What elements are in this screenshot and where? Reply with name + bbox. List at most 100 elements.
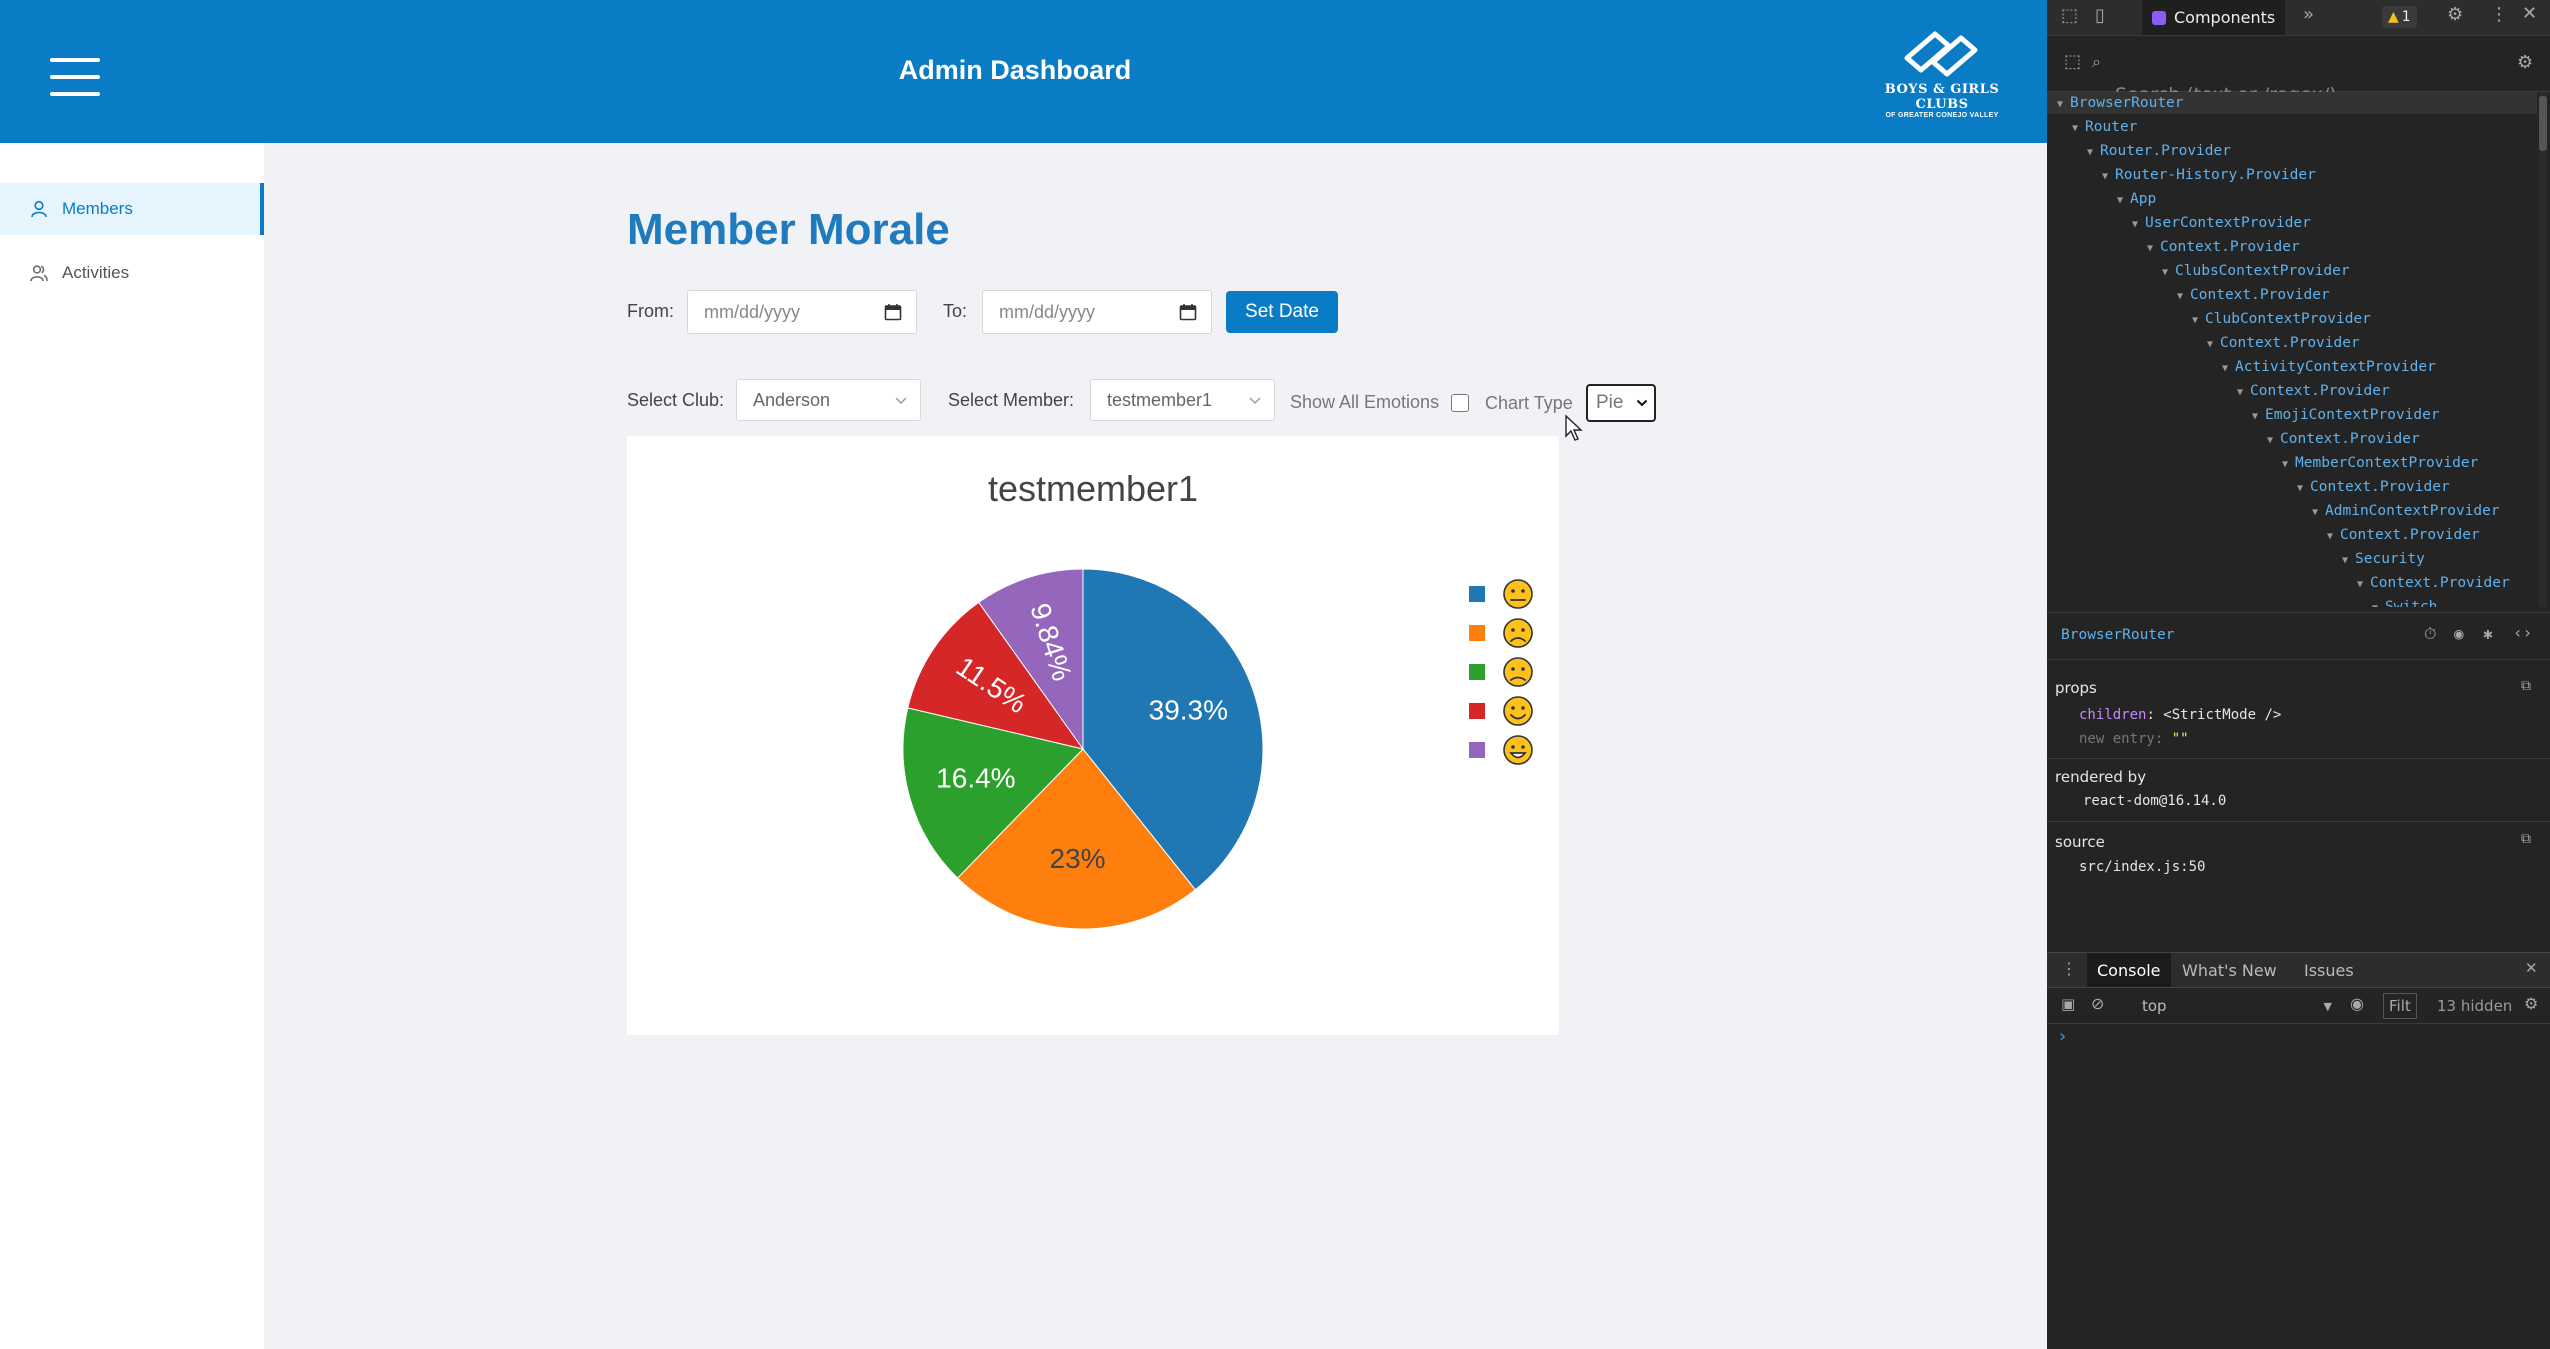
close-icon[interactable]: ✕ [2522,3,2537,24]
expand-caret-icon[interactable]: ▼ [2297,483,2303,494]
legend-swatch[interactable] [1469,586,1485,602]
sidebar-toggle-icon[interactable]: ▣ [2061,995,2075,1013]
tree-node[interactable]: ▼ Security [2342,551,2425,567]
member-select[interactable]: testmember1 [1090,379,1275,421]
tree-node[interactable]: ▼ ClubContextProvider [2192,311,2371,327]
grinning-face-icon[interactable] [1503,735,1533,765]
set-date-button[interactable]: Set Date [1226,291,1338,333]
expand-caret-icon[interactable]: ▼ [2177,291,2183,302]
tree-node[interactable]: ▼ App [2117,191,2156,207]
context-select[interactable]: top ▼ [2142,994,2332,1018]
expand-caret-icon[interactable]: ▼ [2117,195,2123,206]
tree-node[interactable]: ▼ UserContextProvider [2132,215,2311,231]
tree-node[interactable]: ▼ Context.Provider [2327,527,2480,543]
drawer-menu-icon[interactable]: ⋮ [2061,959,2077,978]
tree-node[interactable]: ▼ Router.Provider [2087,143,2231,159]
expand-caret-icon[interactable]: ▼ [2087,147,2093,158]
expand-caret-icon[interactable]: ▼ [2102,171,2108,182]
expand-caret-icon[interactable]: ▼ [2222,363,2228,374]
source-value[interactable]: src/index.js:50 [2079,859,2205,875]
settings-gear-icon[interactable]: ⚙ [2447,4,2463,25]
expand-caret-icon[interactable]: ▼ [2237,387,2243,398]
expand-caret-icon[interactable]: ▼ [2072,123,2078,134]
eye-icon[interactable]: ◉ [2454,624,2464,643]
tree-node[interactable]: ▼ MemberContextProvider [2282,455,2478,471]
tree-node[interactable]: ▼ ActivityContextProvider [2222,359,2436,375]
tree-node[interactable]: ▼ EmojiContextProvider [2252,407,2440,423]
worried-face-icon[interactable] [1503,618,1533,648]
live-expression-eye-icon[interactable]: ◉ [2350,994,2364,1013]
tree-node[interactable]: ▼ Context.Provider [2267,431,2420,447]
tree-node[interactable]: ▼ Context.Provider [2177,287,2330,303]
expand-caret-icon[interactable]: ▼ [2057,99,2063,110]
sidebar-item-members[interactable]: Members [0,183,264,235]
tree-scrollbar[interactable] [2539,92,2547,607]
tree-node[interactable]: ▼ Context.Provider [2297,479,2450,495]
copy-icon[interactable]: ⧉ [2521,678,2531,694]
tree-node[interactable]: ▼ BrowserRouter [2057,95,2184,111]
calendar-icon[interactable] [1179,303,1197,321]
console-settings-icon[interactable]: ⚙ [2524,994,2538,1013]
component-settings-icon[interactable]: ⚙ [2517,52,2533,73]
tree-node[interactable]: ▼ Router [2072,119,2137,135]
tab-console[interactable]: Console [2087,953,2171,987]
tree-node[interactable]: ▼ AdminContextProvider [2312,503,2500,519]
source-code-icon[interactable]: ‹› [2513,623,2532,642]
stopwatch-icon[interactable]: ⏱ [2424,624,2436,644]
console-filter-input[interactable]: Filt [2383,993,2417,1019]
tree-node[interactable]: ▼ Switch [2372,599,2437,607]
tree-node[interactable]: ▼ Context.Provider [2357,575,2510,591]
bug-icon[interactable]: ✱ [2483,624,2493,643]
tab-whats-new[interactable]: What's New [2172,953,2287,987]
console-prompt[interactable]: › [2059,1026,2066,1047]
tree-node[interactable]: ▼ Context.Provider [2147,239,2300,255]
expand-caret-icon[interactable]: ▼ [2327,531,2333,542]
tree-node-label: ClubsContextProvider [2175,263,2350,279]
tree-node[interactable]: ▼ Context.Provider [2207,335,2360,351]
clear-console-icon[interactable]: ⊘ [2091,994,2104,1013]
expand-caret-icon[interactable]: ▼ [2267,435,2273,446]
smiling-face-icon[interactable] [1503,696,1533,726]
tree-node-label: ActivityContextProvider [2235,359,2436,375]
show-all-emotions-checkbox[interactable] [1451,394,1469,412]
expand-caret-icon[interactable]: ▼ [2147,243,2153,254]
kebab-menu-icon[interactable]: ⋮ [2490,4,2508,25]
expand-caret-icon[interactable]: ▼ [2132,219,2138,230]
legend-swatch[interactable] [1469,742,1485,758]
neutral-face-icon[interactable] [1503,579,1533,609]
calendar-icon[interactable] [884,303,902,321]
tree-node[interactable]: ▼ ClubsContextProvider [2162,263,2350,279]
close-drawer-icon[interactable]: ✕ [2525,959,2538,977]
expand-caret-icon[interactable]: ▼ [2207,339,2213,350]
legend-swatch[interactable] [1469,664,1485,680]
tree-node[interactable]: ▼ Router-History.Provider [2102,167,2316,183]
expand-caret-icon[interactable]: ▼ [2342,555,2348,566]
sidebar-item-activities[interactable]: Activities [0,247,264,299]
expand-caret-icon[interactable]: ▼ [2282,459,2288,470]
copy-icon[interactable]: ⧉ [2521,831,2531,847]
new-entry-row[interactable]: new entry: "" [2079,731,2189,747]
warning-badge[interactable]: ▲ 1 [2382,6,2417,28]
expand-caret-icon[interactable]: ▼ [2357,579,2363,590]
more-tabs-icon[interactable]: » [2303,4,2314,25]
from-date-input[interactable]: mm/dd/yyyy [687,290,917,334]
legend-swatch[interactable] [1469,703,1485,719]
select-component-icon[interactable]: ⬚ [2064,51,2081,72]
expand-caret-icon[interactable]: ▼ [2372,603,2378,607]
expand-caret-icon[interactable]: ▼ [2312,507,2318,518]
device-toggle-icon[interactable]: ▯ [2095,5,2105,26]
mouse-cursor-icon [1565,414,1583,441]
tab-components[interactable]: Components [2142,0,2286,35]
prop-children-row[interactable]: children: <StrictMode /> [2079,707,2281,723]
tab-issues[interactable]: Issues [2294,953,2364,987]
club-select[interactable]: Anderson [736,379,921,421]
tree-node[interactable]: ▼ Context.Provider [2237,383,2390,399]
to-date-input[interactable]: mm/dd/yyyy [982,290,1212,334]
inspect-element-icon[interactable]: ⬚ [2061,5,2078,26]
expand-caret-icon[interactable]: ▼ [2192,315,2198,326]
chart-type-select[interactable]: Pie [1586,384,1656,422]
expand-caret-icon[interactable]: ▼ [2162,267,2168,278]
expand-caret-icon[interactable]: ▼ [2252,411,2258,422]
disappointed-face-icon[interactable] [1503,657,1533,687]
legend-swatch[interactable] [1469,625,1485,641]
